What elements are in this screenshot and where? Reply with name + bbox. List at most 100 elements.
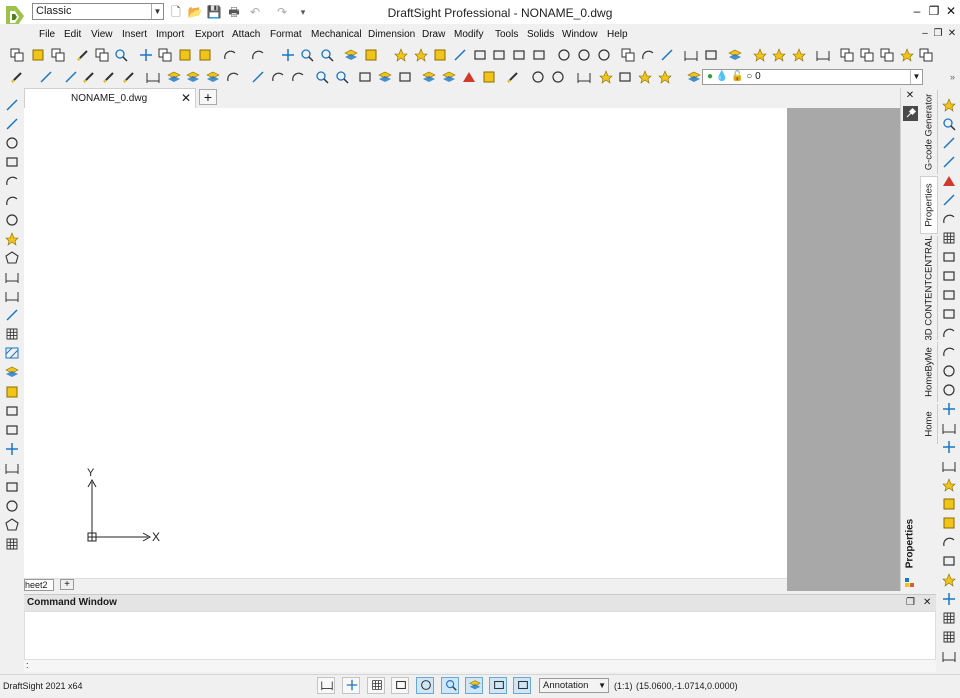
draw-tool-18-icon[interactable] <box>4 422 20 438</box>
menu-file[interactable]: File <box>39 29 55 40</box>
modify-tool-2-icon[interactable] <box>941 116 957 132</box>
toolbar-tool-39-icon[interactable] <box>839 47 855 63</box>
add-sheet-button[interactable]: + <box>60 579 74 590</box>
menu-export[interactable]: Export <box>195 29 224 40</box>
annotation-scale-select[interactable]: Annotation ▼ <box>539 678 609 693</box>
sheet-tab[interactable]: heet2 <box>24 579 54 591</box>
toolbar2-tool-13-icon[interactable] <box>270 69 286 85</box>
toolbar2-tool-16-icon[interactable] <box>334 69 350 85</box>
toolbar2-tool-31-icon[interactable] <box>657 69 673 85</box>
modify-tool-22-icon[interactable] <box>941 496 957 512</box>
palette-icon[interactable] <box>905 578 915 588</box>
toolbar2-tool-4-icon[interactable] <box>81 69 97 85</box>
redo-icon[interactable]: ↷ <box>274 4 290 20</box>
close-icon[interactable]: ✕ <box>923 597 931 608</box>
modify-tool-3-icon[interactable] <box>941 135 957 151</box>
toolbar2-tool-17-icon[interactable] <box>357 69 373 85</box>
close-button[interactable]: ✕ <box>942 2 960 20</box>
toolbar-tool-4-icon[interactable] <box>75 47 91 63</box>
toolbar-tool-9-icon[interactable] <box>177 47 193 63</box>
draw-tool-11-icon[interactable] <box>4 288 20 304</box>
draw-tool-9-icon[interactable] <box>4 250 20 266</box>
properties-panel-title[interactable]: Properties <box>905 508 916 580</box>
draw-tool-13-icon[interactable] <box>4 326 20 342</box>
draw-tool-14-icon[interactable] <box>4 345 20 361</box>
toolbar-tool-30-icon[interactable] <box>640 47 656 63</box>
toolbar-tool-23-icon[interactable] <box>491 47 507 63</box>
draw-tool-22-icon[interactable] <box>4 498 20 514</box>
modify-tool-16-icon[interactable] <box>941 382 957 398</box>
modify-tool-14-icon[interactable] <box>941 344 957 360</box>
menu-view[interactable]: View <box>91 29 113 40</box>
menu-insert[interactable]: Insert <box>122 29 147 40</box>
toolbar2-tool-23-icon[interactable] <box>481 69 497 85</box>
toolbar2-tool-29-icon[interactable] <box>617 69 633 85</box>
modify-tool-25-icon[interactable] <box>941 553 957 569</box>
toolbar-tool-27-icon[interactable] <box>576 47 592 63</box>
toolbar2-tool-11-icon[interactable] <box>225 69 241 85</box>
toolbar-tool-3-icon[interactable] <box>50 47 66 63</box>
toolbar-tool-20-icon[interactable] <box>432 47 448 63</box>
pin-icon[interactable] <box>903 106 918 121</box>
toolbar-tool-32-icon[interactable] <box>683 47 699 63</box>
draw-tool-6-icon[interactable] <box>4 193 20 209</box>
toolbar2-tool-15-icon[interactable] <box>314 69 330 85</box>
command-input[interactable]: : <box>24 660 936 672</box>
customize-quick-access-icon[interactable]: ▾ <box>295 4 311 20</box>
tab-home[interactable]: Home <box>920 404 938 444</box>
modify-tool-30-icon[interactable] <box>941 648 957 664</box>
toolbar-tool-40-icon[interactable] <box>859 47 875 63</box>
toolbar-tool-6-icon[interactable] <box>113 47 129 63</box>
modify-tool-12-icon[interactable] <box>941 306 957 322</box>
toolbar2-tool-12-icon[interactable] <box>250 69 266 85</box>
toolbar-tool-43-icon[interactable] <box>918 47 934 63</box>
menu-window[interactable]: Window <box>562 29 598 40</box>
toolbar2-tool-2-icon[interactable] <box>38 69 54 85</box>
draw-tool-21-icon[interactable] <box>4 479 20 495</box>
doc-close-button[interactable]: ✕ <box>946 27 958 41</box>
toolbar-tool-42-icon[interactable] <box>899 47 915 63</box>
toolbar2-tool-27-icon[interactable] <box>576 69 592 85</box>
draw-tool-24-icon[interactable] <box>4 536 20 552</box>
menu-import[interactable]: Import <box>156 29 184 40</box>
toolbar-tool-21-icon[interactable] <box>452 47 468 63</box>
toolbar-tool-25-icon[interactable] <box>531 47 547 63</box>
menu-draw[interactable]: Draw <box>422 29 445 40</box>
toolbar-tool-26-icon[interactable] <box>556 47 572 63</box>
toolbar-tool-19-icon[interactable] <box>413 47 429 63</box>
menu-dimension[interactable]: Dimension <box>368 29 415 40</box>
modify-tool-15-icon[interactable] <box>941 363 957 379</box>
toolbar-overflow-icon[interactable]: » <box>950 72 955 82</box>
modify-tool-23-icon[interactable] <box>941 515 957 531</box>
modify-tool-26-icon[interactable] <box>941 572 957 588</box>
toolbar-tool-15-icon[interactable] <box>319 47 335 63</box>
toolbar-tool-33-icon[interactable] <box>703 47 719 63</box>
toolbar2-tool-5-icon[interactable] <box>101 69 117 85</box>
maximize-button[interactable]: ❐ <box>925 2 943 20</box>
toolbar2-tool-9-icon[interactable] <box>185 69 201 85</box>
toolbar2-tool-10-icon[interactable] <box>205 69 221 85</box>
open-folder-icon[interactable]: 📂 <box>187 4 203 20</box>
menu-modify[interactable]: Modify <box>454 29 483 40</box>
save-icon[interactable]: 💾 <box>206 4 222 20</box>
menu-tools[interactable]: Tools <box>495 29 518 40</box>
toolbar2-tool-20-icon[interactable] <box>421 69 437 85</box>
toolbar2-tool-28-icon[interactable] <box>598 69 614 85</box>
toolbar2-tool-7-icon[interactable] <box>145 69 161 85</box>
draw-tool-15-icon[interactable] <box>4 364 20 380</box>
modify-tool-4-icon[interactable] <box>941 154 957 170</box>
toolbar-tool-34-icon[interactable] <box>727 47 743 63</box>
toolbar2-tool-32-icon[interactable] <box>686 69 702 85</box>
modify-tool-29-icon[interactable] <box>941 629 957 645</box>
modify-tool-27-icon[interactable] <box>941 591 957 607</box>
close-icon[interactable]: ✕ <box>179 91 193 105</box>
toolbar-tool-41-icon[interactable] <box>879 47 895 63</box>
doc-minimize-button[interactable]: – <box>919 27 931 41</box>
new-document-tab-button[interactable]: + <box>199 89 217 105</box>
toolbar-tool-1-icon[interactable] <box>9 47 25 63</box>
toolbar-tool-35-icon[interactable] <box>752 47 768 63</box>
undo-icon[interactable]: ↶ <box>247 4 263 20</box>
toolbar-tool-13-icon[interactable] <box>280 47 296 63</box>
draw-tool-19-icon[interactable] <box>4 441 20 457</box>
toolbar-tool-16-icon[interactable] <box>343 47 359 63</box>
